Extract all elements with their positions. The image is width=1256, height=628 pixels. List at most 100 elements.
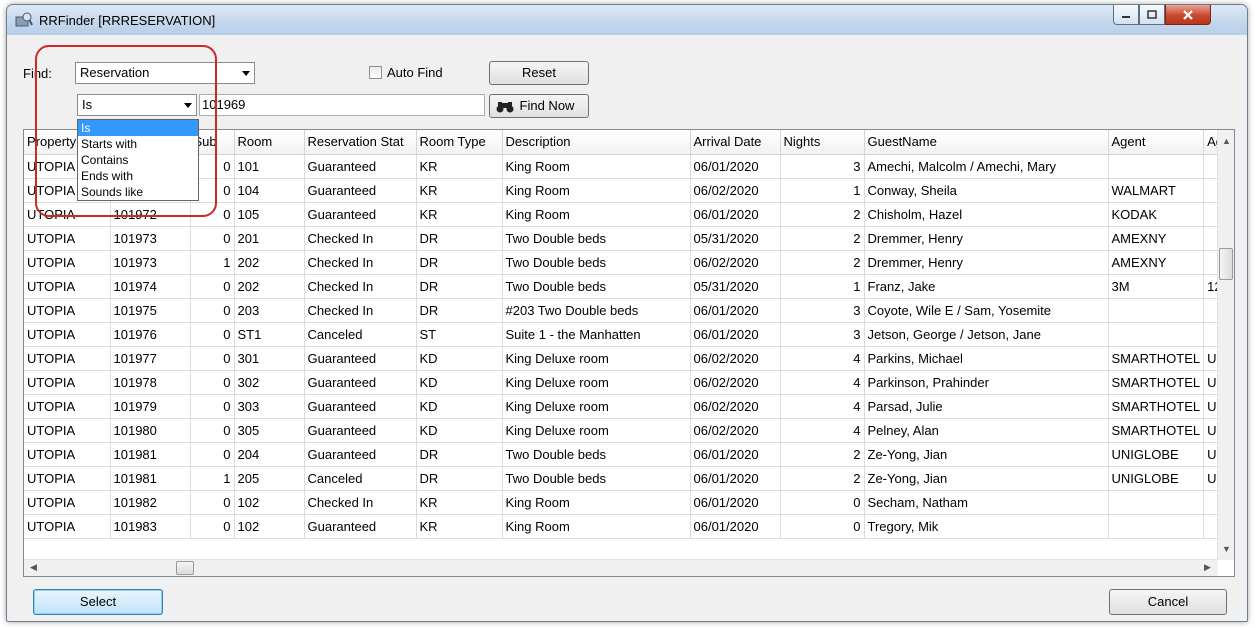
table-cell: 06/01/2020 xyxy=(690,202,781,227)
column-header[interactable]: GuestName xyxy=(864,130,1109,155)
table-cell: Dremmer, Henry xyxy=(864,250,1109,275)
table-row[interactable]: UTOPIA 101975 0 203 Checked In DR #203 Two Dou… xyxy=(24,298,1230,323)
column-header[interactable]: Room Type xyxy=(416,130,503,155)
table-cell: Ze-Yong, Jian xyxy=(864,466,1109,491)
table-row[interactable]: UTOPIA 101980 0 305 Guaranteed KD King Deluxe … xyxy=(24,418,1230,443)
table-cell: Guaranteed xyxy=(304,154,417,179)
table-cell: UNIGLOBE xyxy=(1108,442,1205,467)
table-cell: 303 xyxy=(234,394,305,419)
table-cell: Guaranteed xyxy=(304,346,417,371)
table-cell: 3 xyxy=(780,322,865,347)
table-row[interactable]: UTOPIA 101983 0 102 Guaranteed KR King Room 06/… xyxy=(24,514,1230,539)
table-row[interactable]: UTOPIA 101981 1 205 Canceled DR Two Double bed… xyxy=(24,466,1230,491)
minimize-button[interactable] xyxy=(1113,5,1139,25)
minimize-icon xyxy=(1122,15,1130,18)
client-area: Find: Reservation Auto Find Reset Is 101… xyxy=(15,35,1239,615)
table-cell: 101976 xyxy=(110,322,191,347)
table-row[interactable]: UTOPIA 101982 0 102 Checked In KR King Room 06/… xyxy=(24,490,1230,515)
close-button[interactable] xyxy=(1165,5,1211,25)
table-cell: 06/02/2020 xyxy=(690,250,781,275)
table-cell: Jetson, George / Jetson, Jane xyxy=(864,322,1109,347)
table-row[interactable]: UTOPIA 101977 0 301 Guaranteed KD King Deluxe … xyxy=(24,346,1230,371)
table-cell: Checked In xyxy=(304,250,417,275)
select-button[interactable]: Select xyxy=(33,589,163,615)
table-cell: UTOPIA xyxy=(24,490,111,515)
table-cell: SMARTHOTEL xyxy=(1108,418,1205,443)
table-cell: Ze-Yong, Jian xyxy=(864,442,1109,467)
table-cell: 4 xyxy=(780,346,865,371)
table-cell: ST1 xyxy=(234,322,305,347)
table-cell: 0 xyxy=(190,514,235,539)
table-row[interactable]: UTOPIA 101976 0 ST1 Canceled ST Suite 1 - the … xyxy=(24,322,1230,347)
column-header[interactable]: Description xyxy=(502,130,691,155)
table-cell: 204 xyxy=(234,442,305,467)
table-cell: UTOPIA xyxy=(24,346,111,371)
table-cell: Tregory, Mik xyxy=(864,514,1109,539)
table-cell: 1 xyxy=(780,178,865,203)
vertical-scrollbar[interactable]: ▲ ▼ xyxy=(1217,130,1234,560)
table-cell: Secham, Natham xyxy=(864,490,1109,515)
table-cell: 0 xyxy=(190,346,235,371)
table-cell: UTOPIA xyxy=(24,298,111,323)
table-cell: ST xyxy=(416,322,503,347)
table-cell: 1 xyxy=(190,466,235,491)
table-cell: KR xyxy=(416,514,503,539)
scroll-down-arrow-icon[interactable]: ▼ xyxy=(1222,544,1231,554)
table-cell: 202 xyxy=(234,250,305,275)
table-cell: 2 xyxy=(780,202,865,227)
close-icon xyxy=(1183,9,1193,20)
table-cell: 105 xyxy=(234,202,305,227)
table-cell: KD xyxy=(416,346,503,371)
column-header[interactable]: Nights xyxy=(780,130,865,155)
vertical-scroll-thumb[interactable] xyxy=(1219,248,1233,280)
table-cell: AMEXNY xyxy=(1108,226,1205,251)
table-row[interactable]: UTOPIA 101974 0 202 Checked In DR Two Double b… xyxy=(24,274,1230,299)
table-cell: UTOPIA xyxy=(24,274,111,299)
search-input[interactable]: 101969 xyxy=(199,94,485,116)
reset-button[interactable]: Reset xyxy=(489,61,589,85)
table-row[interactable]: UTOPIA 101981 0 204 Guaranteed DR Two Double b… xyxy=(24,442,1230,467)
table-cell xyxy=(1108,490,1205,515)
maximize-button[interactable] xyxy=(1139,5,1165,25)
annotation-highlight-ring xyxy=(35,45,217,217)
table-cell: 1 xyxy=(190,250,235,275)
table-row[interactable]: UTOPIA 101978 0 302 Guaranteed KD King Deluxe … xyxy=(24,370,1230,395)
table-cell: Two Double beds xyxy=(502,466,691,491)
table-cell: 305 xyxy=(234,418,305,443)
table-cell: 06/01/2020 xyxy=(690,514,781,539)
table-cell: 4 xyxy=(780,394,865,419)
column-header[interactable]: Reservation Stat xyxy=(304,130,417,155)
table-cell xyxy=(1108,154,1205,179)
table-cell: 101982 xyxy=(110,490,191,515)
table-cell: King Room xyxy=(502,490,691,515)
horizontal-scroll-thumb[interactable] xyxy=(176,561,194,575)
scroll-right-arrow-icon[interactable]: ▶ xyxy=(1204,562,1211,573)
table-cell: 201 xyxy=(234,226,305,251)
auto-find-checkbox[interactable] xyxy=(369,66,382,79)
table-cell: King Deluxe room xyxy=(502,394,691,419)
table-cell: 2 xyxy=(780,250,865,275)
table-cell: Guaranteed xyxy=(304,442,417,467)
table-cell: 06/01/2020 xyxy=(690,490,781,515)
table-row[interactable]: UTOPIA 101979 0 303 Guaranteed KD King Deluxe … xyxy=(24,394,1230,419)
table-cell: 302 xyxy=(234,370,305,395)
horizontal-scrollbar[interactable]: ◀ ▶ xyxy=(24,559,1218,576)
table-row[interactable]: UTOPIA 101973 1 202 Checked In DR Two Double b… xyxy=(24,250,1230,275)
title-bar[interactable]: RRFinder [RRRESERVATION] xyxy=(7,5,1247,35)
table-cell: UTOPIA xyxy=(24,322,111,347)
column-header[interactable]: Agent xyxy=(1108,130,1205,155)
table-cell: 0 xyxy=(190,322,235,347)
find-now-button[interactable]: Find Now xyxy=(489,94,589,118)
binoculars-icon xyxy=(496,102,514,113)
table-cell: 0 xyxy=(190,274,235,299)
column-header[interactable]: Room xyxy=(234,130,305,155)
table-cell: 205 xyxy=(234,466,305,491)
scroll-left-arrow-icon[interactable]: ◀ xyxy=(30,562,37,573)
column-header[interactable]: Arrival Date xyxy=(690,130,781,155)
table-cell: 101973 xyxy=(110,250,191,275)
table-cell xyxy=(1108,322,1205,347)
cancel-button[interactable]: Cancel xyxy=(1109,589,1227,615)
table-row[interactable]: UTOPIA 101973 0 201 Checked In DR Two Double b… xyxy=(24,226,1230,251)
scroll-up-arrow-icon[interactable]: ▲ xyxy=(1222,136,1231,146)
table-cell: Guaranteed xyxy=(304,370,417,395)
